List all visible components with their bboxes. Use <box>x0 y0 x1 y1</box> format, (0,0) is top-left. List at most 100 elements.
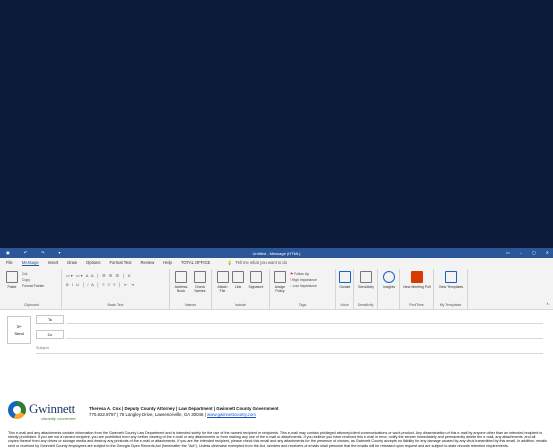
dictate-label: Dictate <box>339 285 351 289</box>
minimize-icon[interactable]: – <box>520 250 522 255</box>
tab-options[interactable]: Options <box>86 260 100 265</box>
group-label: FindTime <box>409 303 424 307</box>
dictate-button[interactable]: Dictate <box>338 271 352 289</box>
assign-policy-label: Assign Policy <box>274 285 286 293</box>
group-label: Names <box>184 303 197 307</box>
tab-format-text[interactable]: Format Text <box>109 260 131 265</box>
ribbon-display-icon[interactable]: ▭ <box>506 250 510 255</box>
lightbulb-icon: 💡 <box>227 259 233 265</box>
assign-policy-button[interactable]: Assign Policy <box>273 271 287 293</box>
group-names: Address Book Check Names Names <box>170 269 212 309</box>
high-importance-label: High Importance <box>291 278 317 282</box>
compose-area: ➢ Send To Cc Subject <box>0 310 553 388</box>
format-painter-button[interactable]: Format Painter <box>22 284 44 288</box>
to-field[interactable] <box>66 323 543 324</box>
send-button[interactable]: ➢ Send <box>7 316 31 344</box>
tab-message[interactable]: Message <box>21 260 39 266</box>
high-importance-button[interactable]: ! High Importance <box>290 278 317 282</box>
group-basic-text: ▭▾ ▭▾ A A │ ☰ ☰ ☰ │ A B I U │ ⁄ A │ ≡ ≡ … <box>62 269 170 309</box>
check-names-button[interactable]: Check Names <box>192 271 208 293</box>
tab-insert[interactable]: Insert <box>48 260 58 265</box>
cc-button[interactable]: Cc <box>36 330 64 339</box>
view-templates-button[interactable]: View Templates <box>437 271 465 289</box>
exclamation-icon: ! <box>290 278 291 282</box>
cc-field[interactable] <box>66 338 543 339</box>
window-controls: ▭ – ▢ ✕ <box>506 250 549 255</box>
attach-file-label: Attach File <box>217 285 228 293</box>
subject-field[interactable] <box>36 353 543 354</box>
check-names-icon <box>194 271 206 283</box>
legal-disclaimer: This e-mail and any attachments contain … <box>8 431 547 448</box>
paste-label: Paste <box>7 285 17 289</box>
desktop-background <box>0 0 553 248</box>
attach-file-button[interactable]: Attach File <box>215 271 230 293</box>
insights-button[interactable]: Insights <box>381 271 397 289</box>
signature-label: Signature <box>248 285 264 289</box>
group-label: Clipboard <box>24 303 39 307</box>
follow-up-button[interactable]: ⚑ Follow Up <box>290 272 309 276</box>
view-templates-label: View Templates <box>438 285 464 289</box>
group-sensitivity: Sensitivity Sensitivity <box>354 269 378 309</box>
close-icon[interactable]: ✕ <box>546 250 549 255</box>
signature-contact: 770.822.8787 | 75 Langley Drive, Lawrenc… <box>89 411 206 417</box>
link-label: Link <box>234 285 242 289</box>
tab-total-office[interactable]: TOTAL OFFICE <box>181 260 210 265</box>
send-icon: ➢ <box>15 322 23 331</box>
tab-help[interactable]: Help <box>163 260 172 265</box>
address-book-icon <box>175 271 187 283</box>
group-my-templates: View Templates My Templates <box>434 269 468 309</box>
signature-block: Theresa A. Cox | Deputy County Attorney … <box>89 406 279 417</box>
paste-icon <box>6 271 18 283</box>
group-label: Include <box>234 303 247 307</box>
meeting-poll-icon <box>411 271 423 283</box>
to-button[interactable]: To <box>36 315 64 324</box>
signature-icon <box>250 271 262 283</box>
new-meeting-poll-label: New Meeting Poll <box>403 285 431 289</box>
group-clipboard: Paste Cut Copy Format Painter Clipboard <box>2 269 62 309</box>
insights-icon <box>383 271 395 283</box>
ribbon-tabs: File Message Insert Draw Options Format … <box>0 258 553 267</box>
sensitivity-icon <box>360 271 372 283</box>
group-label: My Templates <box>439 303 462 307</box>
low-importance-button[interactable]: ↓ Low Importance <box>290 284 317 288</box>
link-button[interactable]: Link <box>232 271 244 289</box>
group-label: Basic Text <box>107 303 124 307</box>
new-meeting-poll-button[interactable]: New Meeting Poll <box>403 271 431 289</box>
sensitivity-button[interactable]: Sensitivity <box>356 271 376 289</box>
group-insights: Insights <box>378 269 400 309</box>
logo-circle-icon <box>8 401 26 419</box>
paste-button[interactable]: Paste <box>5 271 19 289</box>
tell-me-box[interactable]: 💡 Tell me what you want to do <box>227 260 287 266</box>
format-controls[interactable]: B I U │ ⁄ A │ ≡ ≡ ≡ │ ⇤ ⇥ <box>66 282 135 287</box>
collapse-ribbon-icon[interactable]: ∧ <box>546 301 549 306</box>
copy-button[interactable]: Copy <box>22 278 30 282</box>
tab-file[interactable]: File <box>6 260 13 265</box>
window-title: Untitled - Message (HTML) <box>252 250 301 256</box>
logo-text: Gwinnett <box>29 401 75 416</box>
tab-draw[interactable]: Draw <box>67 260 77 265</box>
ribbon: Paste Cut Copy Format Painter Clipboard … <box>0 267 553 310</box>
group-tags: Assign Policy ⚑ Follow Up ! High Importa… <box>270 269 336 309</box>
flag-icon: ⚑ <box>290 272 294 276</box>
group-label: Tags <box>298 303 307 307</box>
website-link[interactable]: www.gwinnettcounty.com <box>207 412 256 417</box>
send-label: Send <box>14 331 24 336</box>
insights-label: Insights <box>382 285 396 289</box>
templates-icon <box>445 271 457 283</box>
group-findtime: New Meeting Poll FindTime <box>400 269 434 309</box>
check-names-label: Check Names <box>194 285 206 293</box>
group-label: Sensitivity <box>357 303 374 307</box>
down-arrow-icon: ↓ <box>290 284 292 288</box>
paperclip-icon <box>216 271 229 283</box>
maximize-icon[interactable]: ▢ <box>532 250 536 255</box>
font-controls[interactable]: ▭▾ ▭▾ A A │ ☰ ☰ ☰ │ A <box>66 273 131 278</box>
address-book-button[interactable]: Address Book <box>173 271 189 293</box>
address-book-label: Address Book <box>174 285 188 293</box>
tab-review[interactable]: Review <box>140 260 154 265</box>
cut-button[interactable]: Cut <box>22 272 27 276</box>
title-bar: ▣ ↶ ↷ ▾ Untitled - Message (HTML) ▭ – ▢ … <box>0 248 553 258</box>
tell-me-text: Tell me what you want to do <box>235 260 288 265</box>
signature-button[interactable]: Signature <box>246 271 266 289</box>
link-icon <box>232 271 244 283</box>
subject-label: Subject <box>36 346 49 350</box>
